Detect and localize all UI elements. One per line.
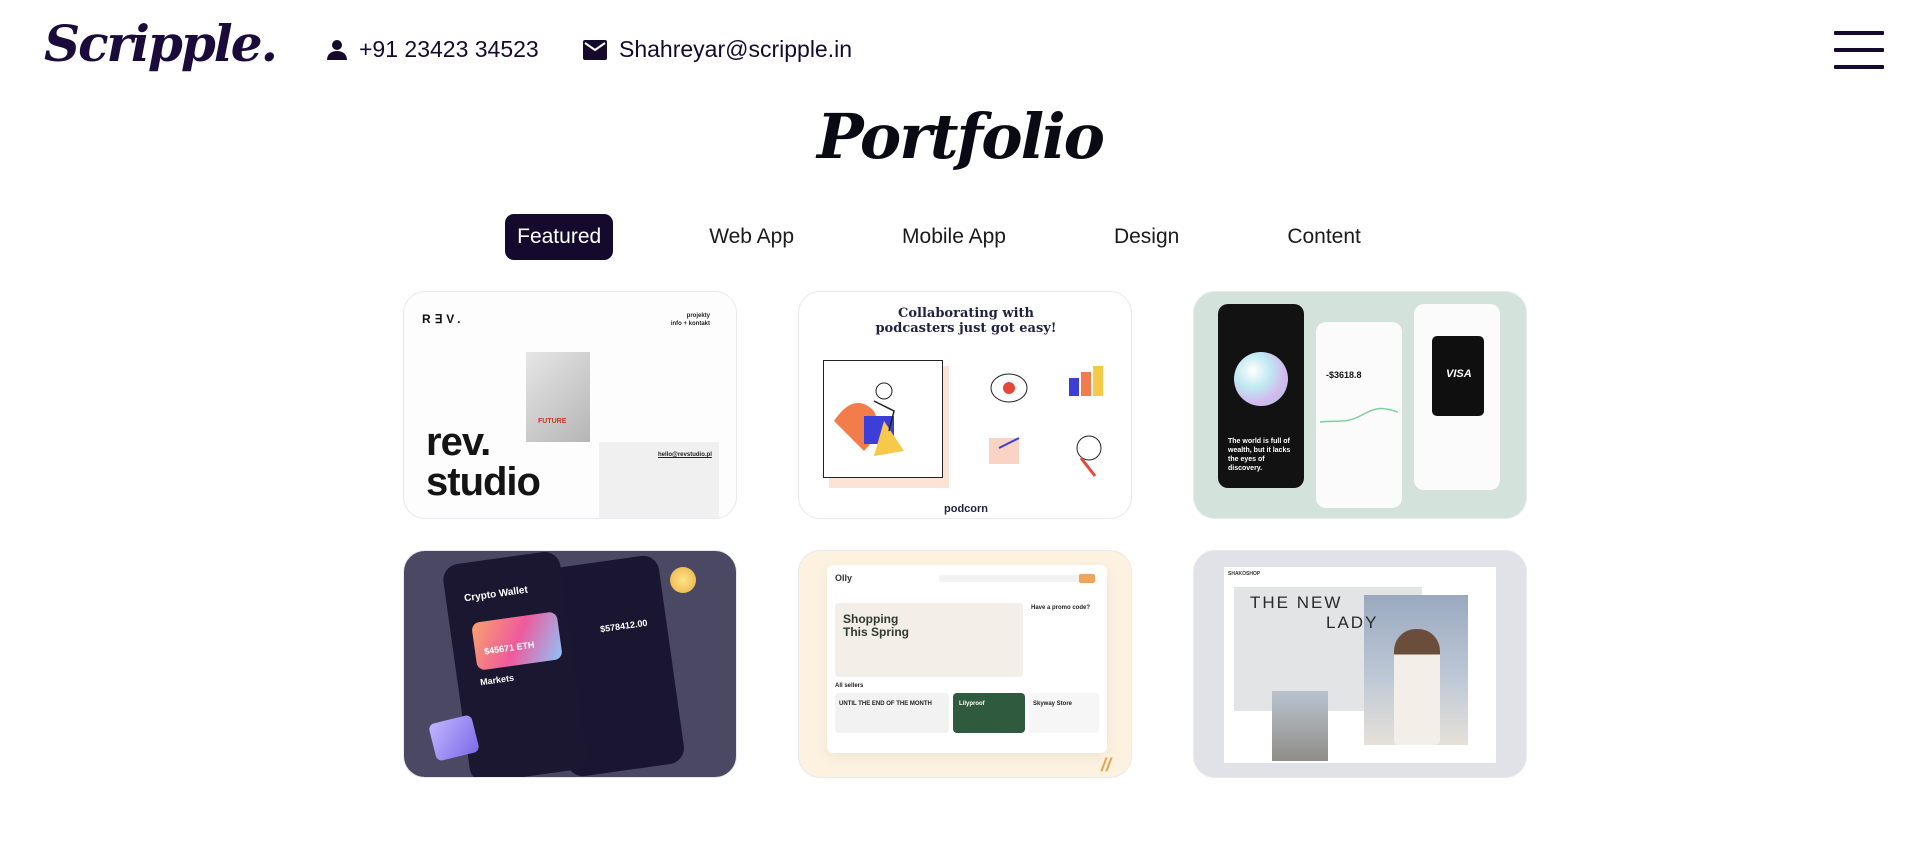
portfolio-card-rev-studio[interactable]: R∃V. projekty info + kontakt FUTURE hell… (403, 291, 737, 519)
fashion-title-line2: LADY (1326, 613, 1379, 632)
tab-mobile-app[interactable]: Mobile App (890, 214, 1018, 260)
olly-banner-skyway-text: Skyway Store (1033, 701, 1073, 707)
portfolio-card-fashion-store[interactable]: SHAKOSHOP THE NEW LADY (1193, 550, 1527, 778)
illustration-frame (823, 360, 943, 478)
rev-logo-text: R∃V. (422, 312, 465, 326)
rev-headline-line2: studio (426, 460, 541, 504)
fintech-tagline: The world is full of wealth, but it lack… (1228, 438, 1291, 472)
podcorn-brand: podcorn (944, 503, 988, 515)
rev-nav-projects: projekty (686, 313, 710, 319)
olly-sellers-label: All sellers (835, 683, 864, 689)
olly-banner-skyway (1029, 693, 1099, 733)
email-address: Shahreyar@scripple.in (619, 36, 853, 62)
contact-email[interactable]: Shahreyar@scripple.in (583, 36, 852, 63)
tab-content[interactable]: Content (1275, 214, 1373, 260)
portfolio-card-podcorn[interactable]: Collaborating with podcasters just got e… (798, 291, 1132, 519)
phone-number: +91 23423 34523 (359, 36, 539, 62)
olly-promo-label: Have a promo code? (1031, 605, 1091, 611)
fashion-title-line1: THE NEW (1250, 593, 1343, 612)
holographic-orb (1234, 352, 1288, 406)
page-title: Portfolio (816, 100, 1105, 173)
olly-banner-sale-text: UNTIL THE END OF THE MONTH (839, 701, 932, 707)
olly-search-bar (939, 575, 1089, 582)
fashion-shop-name: SHAKOSHOP (1228, 571, 1261, 577)
contact-phone[interactable]: +91 23423 34523 (327, 36, 539, 63)
portfolio-card-fintech-app[interactable]: The world is full of wealth, but it lack… (1193, 291, 1527, 519)
tab-design[interactable]: Design (1102, 214, 1191, 260)
rev-headline-line1: rev. (426, 420, 491, 464)
rev-nav-contact: info + kontakt (670, 321, 710, 327)
podcast-characters-illustration (989, 366, 1103, 477)
portfolio-card-crypto-wallet[interactable]: Crypto Wallet $45671 ETH Markets $578412… (403, 550, 737, 778)
coin-icon (670, 567, 696, 593)
olly-banner-lilyproof-text: Lilyproof (959, 701, 985, 707)
tab-web-app[interactable]: Web App (697, 214, 806, 260)
balance-line-chart (1320, 407, 1398, 423)
rev-headline: rev. studio (426, 420, 541, 504)
hamburger-icon (1834, 48, 1884, 52)
podcast-illustration (834, 382, 904, 456)
mail-icon (583, 39, 607, 60)
olly-hero-text: Shopping This Spring (843, 612, 909, 639)
fashion-model-figure (1394, 629, 1440, 745)
olly-banner-lilyproof (953, 693, 1025, 733)
hamburger-icon (1834, 65, 1884, 69)
decorative-slash-icon: // (1101, 755, 1112, 775)
hamburger-icon (1834, 31, 1884, 35)
paper-label: FUTURE (538, 418, 567, 425)
brand-logo[interactable]: Scripple. (44, 14, 278, 73)
rev-email: hello@revstudio.pl (658, 452, 712, 458)
tab-featured[interactable]: Featured (505, 214, 614, 260)
portfolio-card-olly-shop[interactable]: Olly Shopping This Spring Have a promo c… (798, 550, 1132, 778)
podcorn-headline: Collaborating with podcasters just got e… (875, 306, 1057, 336)
hamburger-menu-button[interactable] (1834, 30, 1884, 72)
person-icon (327, 39, 347, 61)
portfolio-tabs: Featured Web App Mobile App Design Conte… (0, 214, 1920, 260)
olly-logo: Olly (835, 573, 853, 583)
account-amount: -$3618.8 (1326, 370, 1362, 380)
visa-label: VISA (1446, 368, 1472, 380)
rev-nav: projekty info + kontakt (671, 312, 710, 328)
olly-banner-sale (835, 693, 949, 733)
olly-search-button (1079, 574, 1095, 583)
fashion-thumbnail-photo (1272, 691, 1328, 761)
